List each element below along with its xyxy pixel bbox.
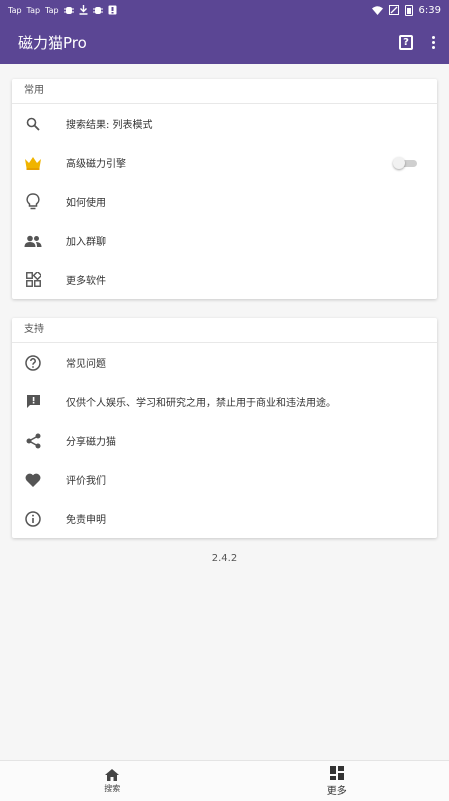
list-item-label: 搜索结果: 列表模式 bbox=[66, 116, 153, 131]
list-item-advanced-engine[interactable]: 高级磁力引擎 bbox=[12, 143, 437, 182]
notification-tap-1: Tap bbox=[8, 6, 22, 15]
search-icon bbox=[24, 115, 42, 133]
heart-icon bbox=[24, 471, 42, 489]
info-icon bbox=[24, 510, 42, 528]
card-common: 常用 搜索结果: 列表模式 高级磁力引擎 如何使用 加入群聊 更多软件 bbox=[12, 79, 437, 299]
status-indicators: 6:39 bbox=[372, 5, 441, 16]
wifi-icon bbox=[372, 6, 383, 15]
list-item-label: 仅供个人娱乐、学习和研究之用，禁止用于商业和违法用途。 bbox=[66, 394, 336, 409]
status-bar: Tap Tap Tap 6:39 bbox=[0, 0, 449, 20]
status-notifications: Tap Tap Tap bbox=[8, 5, 117, 15]
list-item-search-mode[interactable]: 搜索结果: 列表模式 bbox=[12, 104, 437, 143]
lightbulb-icon bbox=[24, 193, 42, 211]
crown-icon bbox=[24, 154, 42, 172]
nav-tab-label: 更多 bbox=[327, 782, 347, 797]
card-support: 支持 常见问题 仅供个人娱乐、学习和研究之用，禁止用于商业和违法用途。 分享磁力… bbox=[12, 318, 437, 538]
bug-icon-2 bbox=[93, 5, 103, 15]
bug-icon bbox=[64, 5, 74, 15]
list-item-label: 加入群聊 bbox=[66, 233, 106, 248]
battery-icon bbox=[405, 5, 413, 16]
list-item-faq[interactable]: 常见问题 bbox=[12, 343, 437, 382]
bottom-nav: 搜索 更多 bbox=[0, 760, 449, 801]
list-item-label: 评价我们 bbox=[66, 472, 106, 487]
download-icon bbox=[79, 5, 88, 15]
app-version: 2.4.2 bbox=[0, 553, 449, 564]
app-title: 磁力猫Pro bbox=[18, 32, 399, 53]
list-item-rate-us[interactable]: 评价我们 bbox=[12, 460, 437, 499]
sim-alert-icon bbox=[108, 5, 117, 15]
share-icon bbox=[24, 432, 42, 450]
app-bar: 磁力猫Pro ? bbox=[0, 20, 449, 64]
list-item-disclaimer[interactable]: 免责申明 bbox=[12, 499, 437, 538]
nav-tab-search[interactable]: 搜索 bbox=[0, 761, 225, 801]
feedback-icon bbox=[24, 393, 42, 411]
list-item-label: 常见问题 bbox=[66, 355, 106, 370]
status-time: 6:39 bbox=[419, 5, 441, 16]
list-item-label: 如何使用 bbox=[66, 194, 106, 209]
list-item-label: 更多软件 bbox=[66, 272, 106, 287]
dashboard-icon bbox=[330, 766, 344, 780]
notification-tap-3: Tap bbox=[45, 6, 59, 15]
section-header-common: 常用 bbox=[12, 79, 437, 104]
notification-tap-2: Tap bbox=[27, 6, 41, 15]
list-item-more-apps[interactable]: 更多软件 bbox=[12, 260, 437, 299]
nav-tab-more[interactable]: 更多 bbox=[225, 761, 449, 801]
apps-grid-icon bbox=[24, 271, 42, 289]
nav-tab-label: 搜索 bbox=[104, 783, 120, 794]
section-header-support: 支持 bbox=[12, 318, 437, 343]
signal-blocked-icon bbox=[389, 5, 399, 15]
list-item-how-to-use[interactable]: 如何使用 bbox=[12, 182, 437, 221]
list-item-label: 分享磁力猫 bbox=[66, 433, 116, 448]
list-item-share[interactable]: 分享磁力猫 bbox=[12, 421, 437, 460]
more-vert-icon[interactable] bbox=[431, 36, 435, 49]
list-item-disclaimer-note[interactable]: 仅供个人娱乐、学习和研究之用，禁止用于商业和违法用途。 bbox=[12, 382, 437, 421]
list-item-label: 高级磁力引擎 bbox=[66, 155, 126, 170]
group-icon bbox=[24, 232, 42, 250]
list-item-label: 免责申明 bbox=[66, 511, 106, 526]
list-item-join-group[interactable]: 加入群聊 bbox=[12, 221, 437, 260]
help-book-icon[interactable]: ? bbox=[399, 35, 413, 50]
advanced-engine-toggle[interactable] bbox=[393, 157, 417, 169]
help-circle-icon bbox=[24, 354, 42, 372]
home-icon bbox=[105, 769, 119, 781]
toggle-thumb bbox=[393, 157, 405, 169]
